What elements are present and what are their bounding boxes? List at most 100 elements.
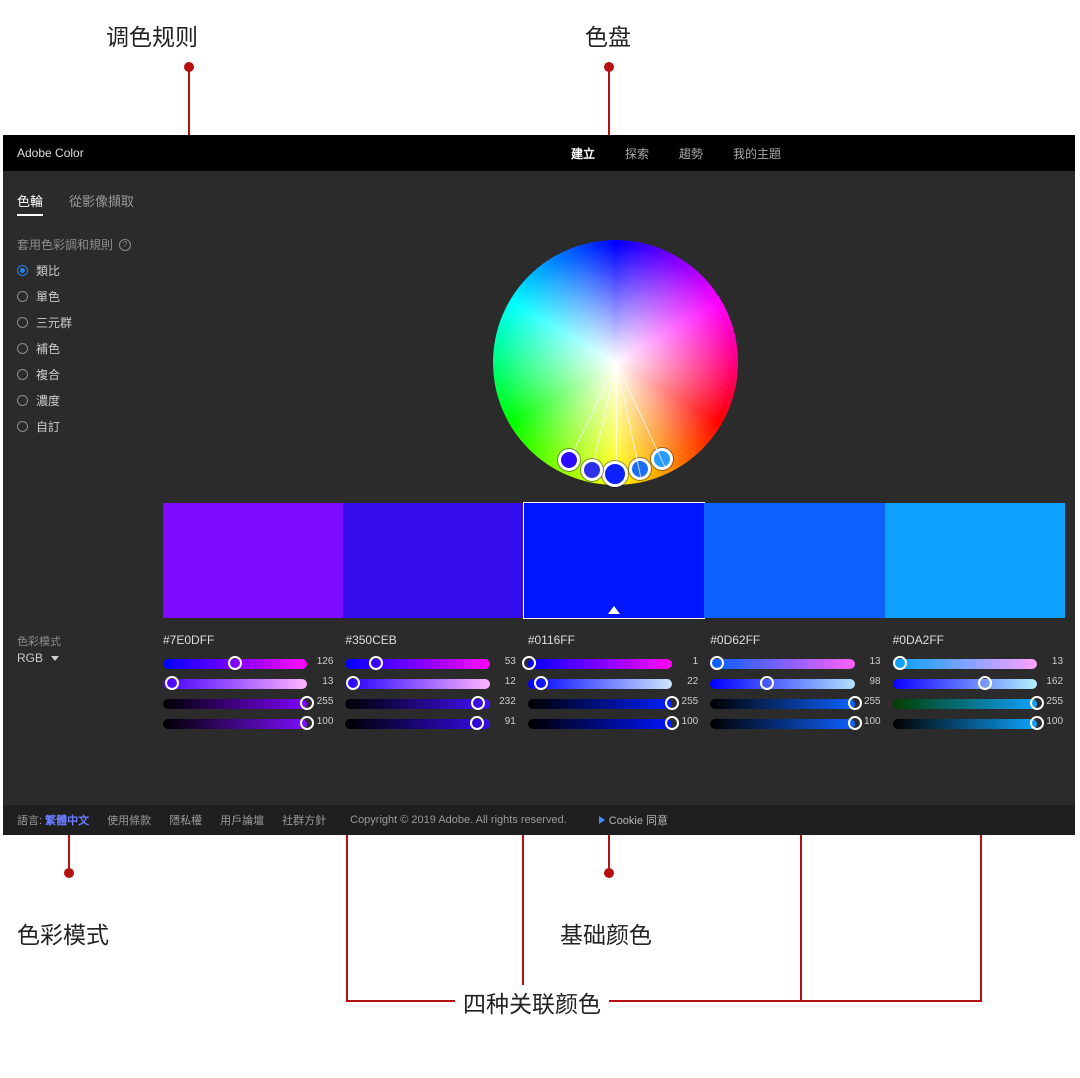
slider-value: 13 (859, 656, 881, 667)
slider-value: 12 (494, 676, 516, 687)
footer-link-0[interactable]: 使用條款 (107, 812, 151, 828)
slider-0[interactable]: 1 (528, 659, 672, 669)
color-wheel[interactable] (493, 240, 738, 485)
slider-value: 255 (1041, 696, 1063, 707)
slider-1[interactable]: 12 (345, 679, 489, 689)
slider-value: 91 (494, 716, 516, 727)
slider-3[interactable]: 100 (893, 719, 1037, 729)
slider-value: 255 (311, 696, 333, 707)
slider-0[interactable]: 53 (345, 659, 489, 669)
rule-label: 三元群 (36, 314, 72, 331)
rules-title: 套用色彩調和規則 (17, 236, 113, 253)
slider-columns: #7E0DFF 126 13 255 100 #350CEB 53 12 232 91 #0116F… (163, 633, 1065, 739)
wheel-marker[interactable] (602, 461, 628, 487)
mode-label: 色彩模式 (17, 633, 61, 649)
radio-icon (17, 265, 28, 276)
radio-icon (17, 369, 28, 380)
footer-link-2[interactable]: 用戶論壇 (220, 812, 264, 828)
swatch-1[interactable] (343, 503, 523, 618)
topbar: Adobe Color 建立 探索 趨勢 我的主題 (3, 135, 1075, 171)
nav-3[interactable]: 我的主題 (733, 145, 781, 162)
slider-value: 100 (676, 716, 698, 727)
anno-mode: 色彩模式 (17, 916, 109, 950)
slider-value: 22 (676, 676, 698, 687)
slider-knob[interactable] (165, 676, 179, 690)
slider-3[interactable]: 100 (528, 719, 672, 729)
subtab-0[interactable]: 色輪 (17, 191, 43, 216)
slider-col-0: #7E0DFF 126 13 255 100 (163, 633, 335, 739)
hex-value[interactable]: #0116FF (528, 633, 700, 647)
nav-1[interactable]: 探索 (625, 145, 649, 162)
brand: Adobe Color (17, 146, 84, 160)
footer: 語言: 繁體中文 使用條款 隱私權 用戶論壇 社群方針 Copyright © 201… (3, 805, 1075, 835)
slider-value: 1 (676, 656, 698, 667)
radio-icon (17, 395, 28, 406)
nav-2[interactable]: 趨勢 (679, 145, 703, 162)
slider-1[interactable]: 22 (528, 679, 672, 689)
slider-0[interactable]: 13 (710, 659, 854, 669)
slider-1[interactable]: 98 (710, 679, 854, 689)
slider-value: 13 (1041, 656, 1063, 667)
slider-2[interactable]: 255 (710, 699, 854, 709)
slider-3[interactable]: 91 (345, 719, 489, 729)
slider-knob[interactable] (471, 696, 485, 710)
rule-label: 補色 (36, 340, 60, 357)
anno-line (346, 1000, 982, 1002)
radio-icon (17, 421, 28, 432)
slider-0[interactable]: 13 (893, 659, 1037, 669)
slider-1[interactable]: 162 (893, 679, 1037, 689)
slider-knob[interactable] (522, 656, 536, 670)
slider-knob[interactable] (760, 676, 774, 690)
anno-base: 基础颜色 (560, 916, 652, 950)
slider-knob[interactable] (228, 656, 242, 670)
nav-0[interactable]: 建立 (571, 145, 595, 162)
footer-link-1[interactable]: 隱私權 (169, 812, 202, 828)
slider-2[interactable]: 255 (528, 699, 672, 709)
swatch-0[interactable] (163, 503, 343, 618)
slider-col-2: #0116FF 1 22 255 100 (528, 633, 700, 739)
footer-cookie[interactable]: Cookie 同意 (599, 812, 668, 828)
swatch-3[interactable] (704, 503, 884, 618)
hex-value[interactable]: #0DA2FF (893, 633, 1065, 647)
footer-copyright: Copyright © 2019 Adobe. All rights reser… (350, 814, 567, 826)
slider-value: 255 (859, 696, 881, 707)
wheel-marker[interactable] (581, 459, 603, 481)
slider-knob[interactable] (369, 656, 383, 670)
swatch-2[interactable] (524, 503, 704, 618)
slider-2[interactable]: 232 (345, 699, 489, 709)
slider-col-1: #350CEB 53 12 232 91 (345, 633, 517, 739)
swatch-4[interactable] (885, 503, 1065, 618)
slider-value: 126 (311, 656, 333, 667)
info-icon[interactable]: ? (119, 239, 131, 251)
slider-3[interactable]: 100 (163, 719, 307, 729)
slider-value: 98 (859, 676, 881, 687)
slider-knob[interactable] (346, 676, 360, 690)
slider-knob[interactable] (710, 656, 724, 670)
mode-dropdown[interactable]: RGB (17, 651, 59, 665)
anno-related: 四种关联颜色 (455, 985, 609, 1019)
footer-link-3[interactable]: 社群方針 (282, 812, 326, 828)
subtab-1[interactable]: 從影像擷取 (69, 191, 134, 216)
slider-3[interactable]: 100 (710, 719, 854, 729)
slider-knob[interactable] (534, 676, 548, 690)
slider-knob[interactable] (978, 676, 992, 690)
slider-0[interactable]: 126 (163, 659, 307, 669)
anno-wheel: 色盘 (585, 18, 631, 52)
top-nav: 建立 探索 趨勢 我的主題 (571, 145, 781, 162)
hex-value[interactable]: #0D62FF (710, 633, 882, 647)
radio-icon (17, 291, 28, 302)
slider-2[interactable]: 255 (163, 699, 307, 709)
slider-value: 53 (494, 656, 516, 667)
slider-knob[interactable] (470, 716, 484, 730)
hex-value[interactable]: #350CEB (345, 633, 517, 647)
radio-icon (17, 343, 28, 354)
slider-knob[interactable] (893, 656, 907, 670)
hex-value[interactable]: #7E0DFF (163, 633, 335, 647)
slider-value: 255 (676, 696, 698, 707)
slider-col-3: #0D62FF 13 98 255 100 (710, 633, 882, 739)
slider-2[interactable]: 255 (893, 699, 1037, 709)
slider-value: 13 (311, 676, 333, 687)
footer-lang[interactable]: 語言: 繁體中文 (17, 812, 89, 828)
slider-1[interactable]: 13 (163, 679, 307, 689)
rule-label: 單色 (36, 288, 60, 305)
